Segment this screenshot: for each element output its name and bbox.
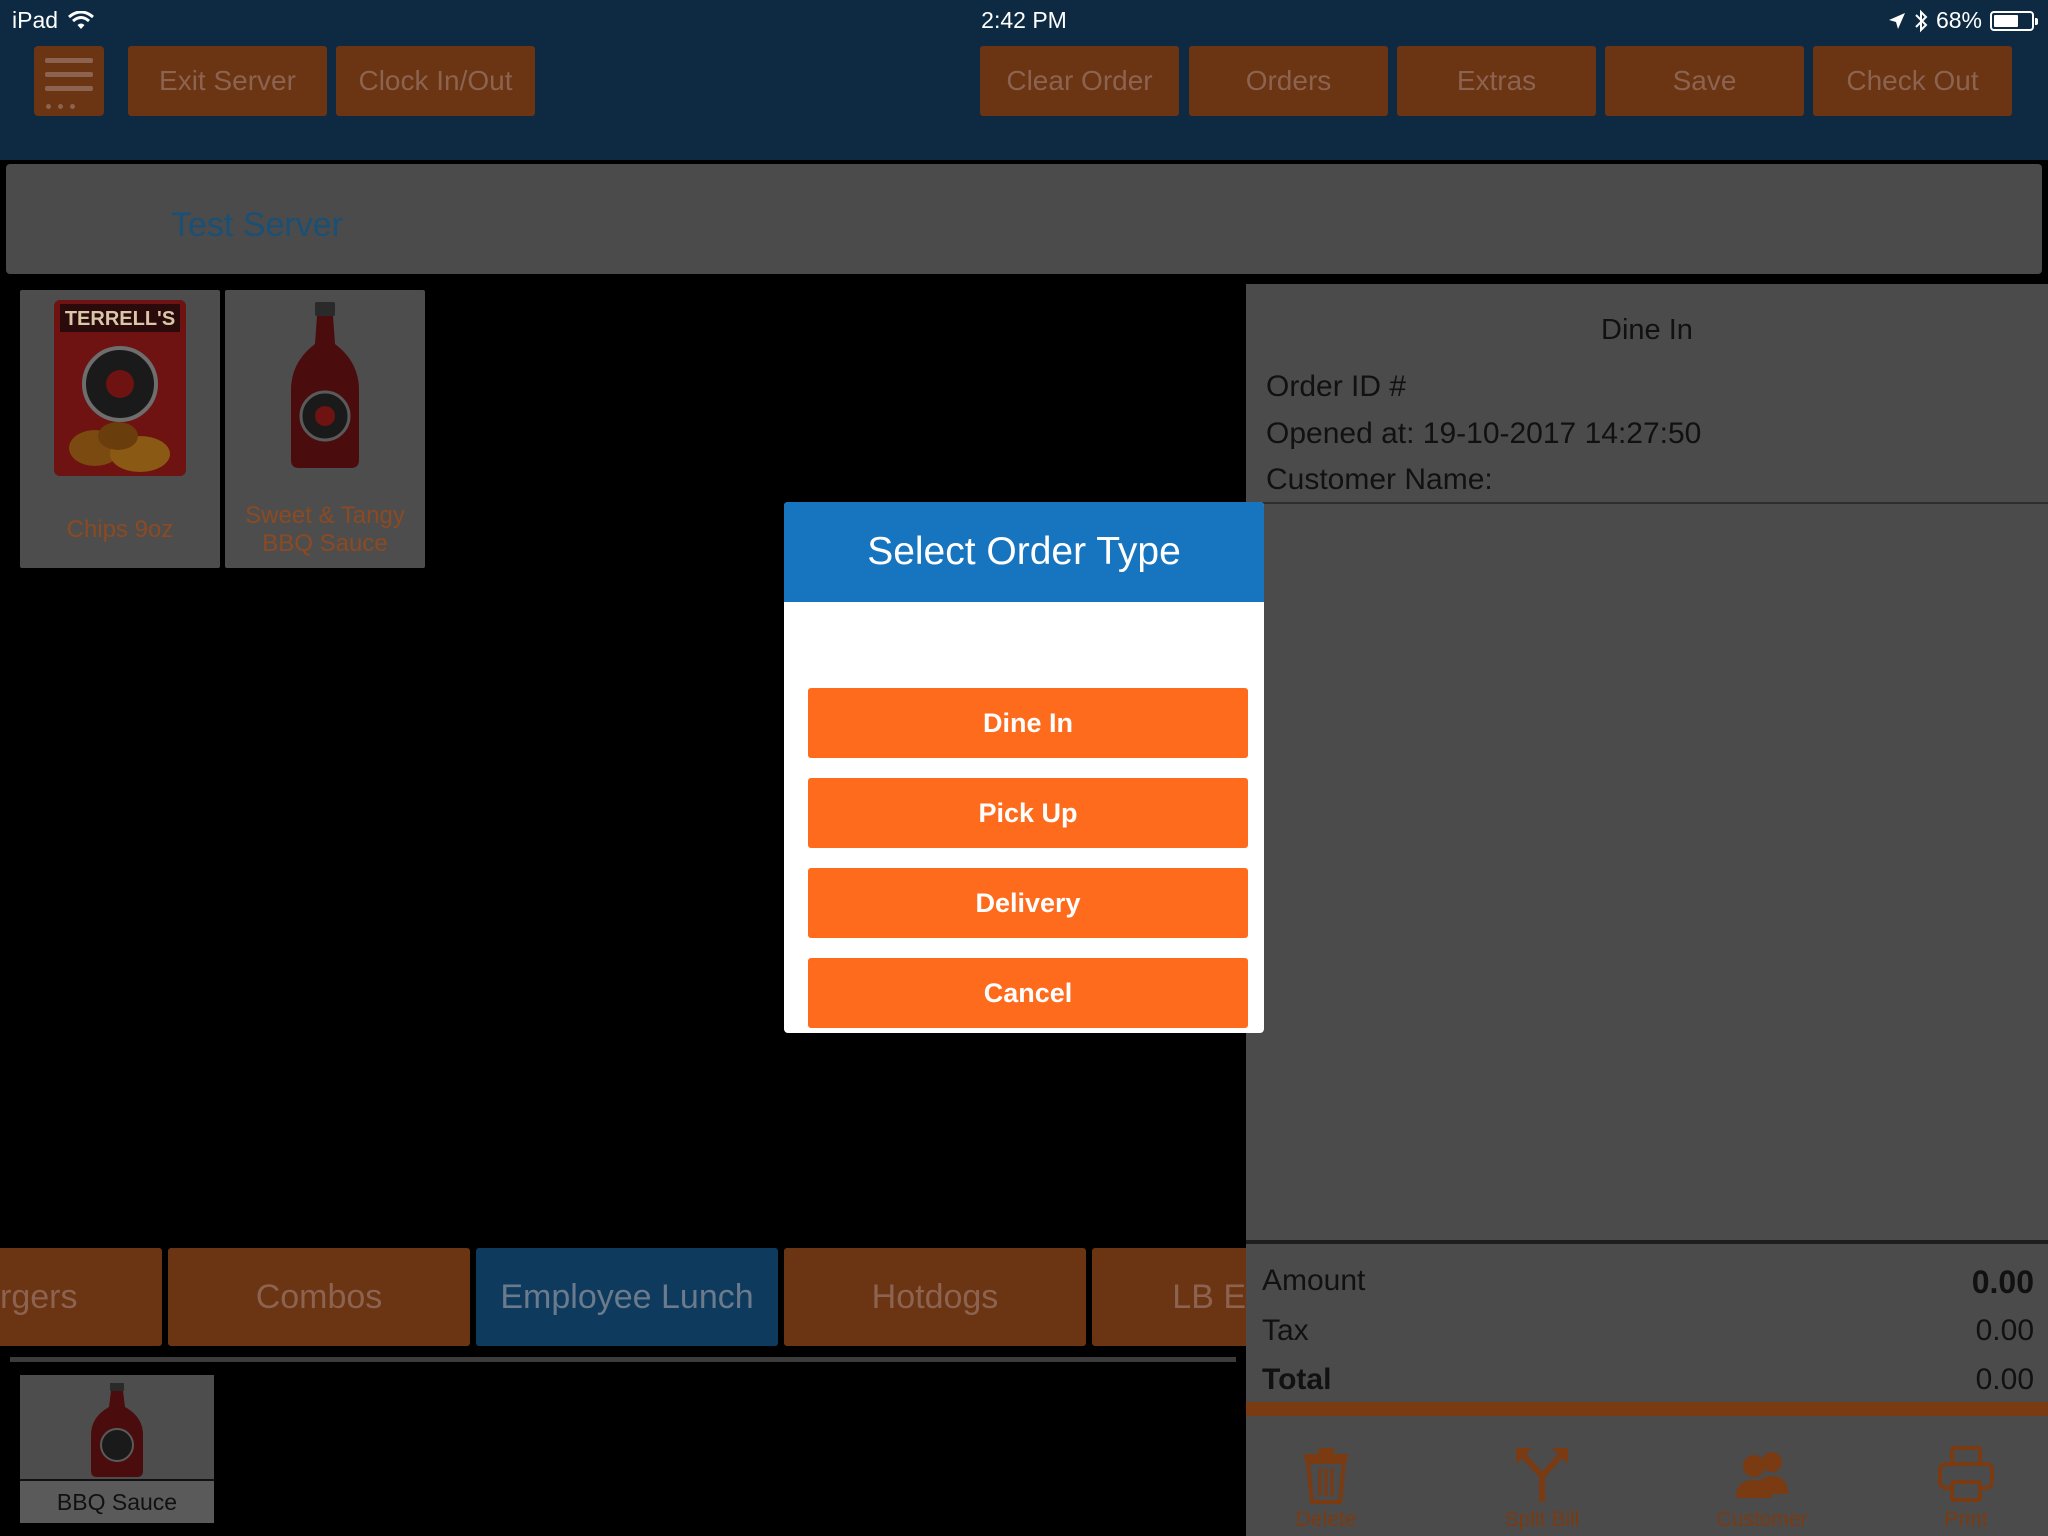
- order-type-title: Dine In: [1601, 314, 1693, 346]
- status-bar: iPad 2:42 PM 68%: [0, 0, 2048, 40]
- sub-item-label: BBQ Sauce: [20, 1479, 214, 1523]
- dine-in-button[interactable]: Dine In: [808, 688, 1248, 758]
- location-arrow-icon: [1888, 12, 1905, 29]
- customer-label: Customer: [1716, 1508, 1808, 1531]
- product-label: Chips 9oz: [66, 516, 174, 543]
- category-label: Combos: [255, 1277, 383, 1316]
- tax-row: Tax 0.00: [1262, 1314, 2034, 1348]
- category-tab-lb[interactable]: LB E: [1092, 1248, 1246, 1346]
- status-time: 2:42 PM: [981, 7, 1067, 33]
- category-label: Hotdogs: [871, 1277, 999, 1316]
- category-label: Employee Lunch: [500, 1277, 754, 1316]
- order-id: Order ID #: [1266, 370, 1407, 403]
- order-items-list[interactable]: [1246, 504, 2048, 1124]
- select-order-type-dialog: Select Order Type Dine In Pick Up Delive…: [784, 502, 1264, 1033]
- clock-in-out-button[interactable]: Clock In/Out: [336, 46, 535, 116]
- print-action[interactable]: Print: [1886, 1444, 2046, 1532]
- totals-divider: [1246, 1240, 2048, 1244]
- delete-label: Delete: [1295, 1508, 1357, 1531]
- bbq-bottle-image: [291, 302, 359, 468]
- category-tab-combos[interactable]: Combos: [168, 1248, 470, 1346]
- total-row: Total 0.00: [1262, 1363, 2034, 1397]
- extras-button[interactable]: Extras: [1397, 46, 1596, 116]
- split-bill-action[interactable]: Split Bill: [1462, 1444, 1622, 1532]
- category-tab-employee-lunch[interactable]: Employee Lunch: [476, 1248, 778, 1346]
- amount-label: Amount: [1262, 1264, 1366, 1297]
- category-tab-hotdogs[interactable]: Hotdogs: [784, 1248, 1086, 1346]
- check-out-button[interactable]: Check Out: [1813, 46, 2012, 116]
- tax-label: Tax: [1262, 1314, 1309, 1347]
- customer-action[interactable]: Customer: [1682, 1444, 1842, 1532]
- tax-value: 0.00: [1975, 1314, 2034, 1347]
- printer-icon: [1938, 1446, 1994, 1502]
- battery-percent: 68%: [1935, 7, 1982, 33]
- totals-accent-strip: [1246, 1402, 2048, 1416]
- delete-action[interactable]: Delete: [1246, 1444, 1406, 1532]
- total-value: 0.00: [1975, 1363, 2034, 1396]
- amount-row: Amount 0.00: [1262, 1264, 2034, 1301]
- product-tile-chips[interactable]: TERRELL'S Chips 9oz: [20, 290, 220, 568]
- trash-icon: [1304, 1448, 1348, 1504]
- total-label: Total: [1262, 1363, 1332, 1396]
- category-tab-burgers[interactable]: rgers: [0, 1248, 162, 1346]
- save-button[interactable]: Save: [1605, 46, 1804, 116]
- order-panel: Dine In Order ID # Opened at: 19-10-2017…: [1246, 284, 2048, 1536]
- battery-icon: [1990, 10, 2038, 31]
- print-label: Print: [1944, 1508, 1988, 1531]
- cancel-button[interactable]: Cancel: [808, 958, 1248, 1028]
- customers-icon: [1736, 1452, 1788, 1498]
- category-divider: [10, 1357, 1236, 1362]
- menu-button[interactable]: [34, 46, 104, 116]
- orders-button[interactable]: Orders: [1189, 46, 1388, 116]
- dialog-title: Select Order Type: [784, 502, 1264, 602]
- amount-value: 0.00: [1971, 1264, 2034, 1300]
- product-label: Sweet & Tangy BBQ Sauce: [245, 502, 405, 557]
- chips-bag-image: TERRELL'S: [54, 300, 186, 476]
- chips-brand-text: TERRELL'S: [65, 308, 175, 330]
- split-bill-label: Split Bill: [1504, 1508, 1580, 1531]
- delivery-button[interactable]: Delivery: [808, 868, 1248, 938]
- clear-order-button[interactable]: Clear Order: [980, 46, 1179, 116]
- sub-item-bbq-sauce[interactable]: BBQ Sauce: [20, 1375, 214, 1523]
- order-opened-at: Opened at: 19-10-2017 14:27:50: [1266, 417, 1702, 450]
- top-toolbar: Exit Server Clock In/Out Clear Order Ord…: [0, 40, 2048, 160]
- category-label: LB E: [1172, 1277, 1246, 1316]
- bbq-bottle-image: [91, 1383, 143, 1477]
- product-tile-bbq-sauce[interactable]: Sweet & Tangy BBQ Sauce: [225, 290, 425, 568]
- split-arrows-icon: [1516, 1448, 1568, 1502]
- category-label: rgers: [0, 1277, 78, 1316]
- server-name: Test Server: [171, 206, 343, 244]
- exit-server-button[interactable]: Exit Server: [128, 46, 327, 116]
- customer-name: Customer Name:: [1266, 463, 1493, 496]
- server-bar: Test Server: [6, 164, 2042, 274]
- bluetooth-icon: [1915, 9, 1928, 32]
- pick-up-button[interactable]: Pick Up: [808, 778, 1248, 848]
